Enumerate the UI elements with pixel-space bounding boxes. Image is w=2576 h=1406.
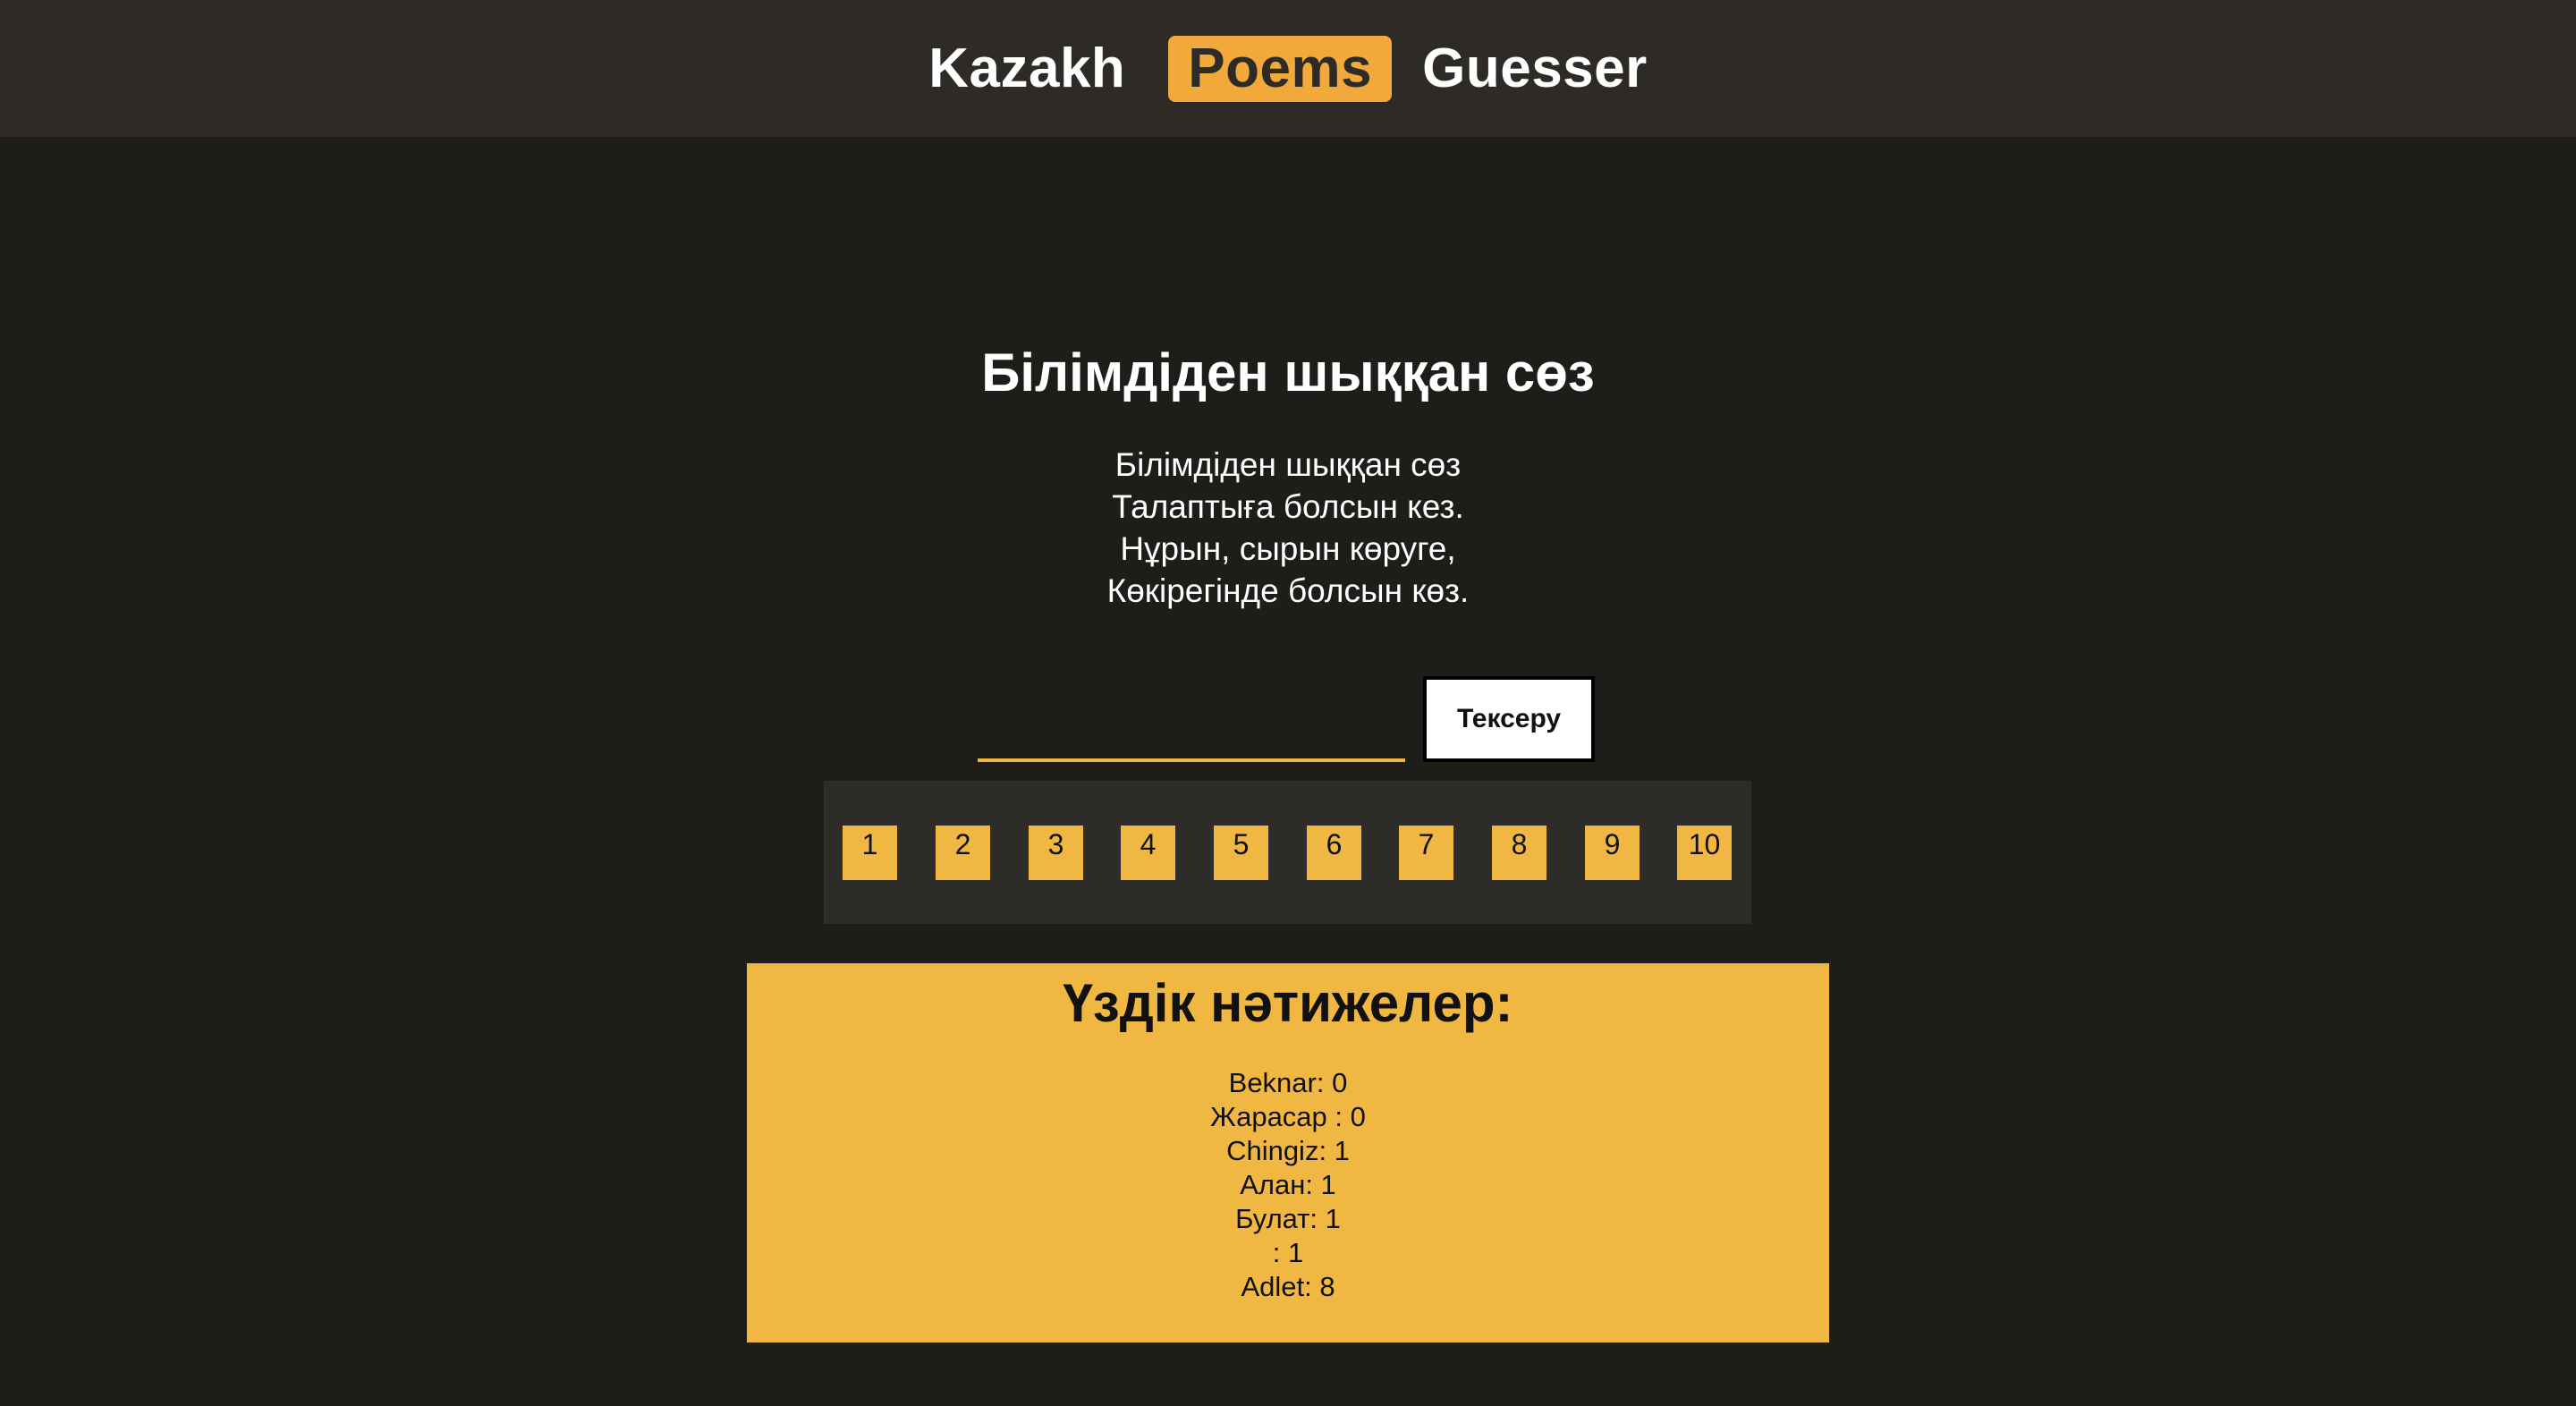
score-entry: Алан: 1 <box>1240 1169 1336 1200</box>
attempt-box-3[interactable]: 3 <box>1029 826 1083 880</box>
score-list: Beknar: 0 Жарасар : 0 Chingiz: 1 Алан: 1… <box>747 1066 1829 1304</box>
score-entry: Adlet: 8 <box>1241 1271 1335 1302</box>
poem-line: Талаптыға болсын кез. <box>1112 488 1464 525</box>
poem-title: Білімдіден шыққан сөз <box>981 343 1595 402</box>
score-entry: Жарасар : 0 <box>1210 1101 1366 1132</box>
poem-line: Нұрын, сырын көруге, <box>1120 530 1456 567</box>
brand-word-poems: Poems <box>1168 35 1393 102</box>
attempt-box-4[interactable]: 4 <box>1121 826 1175 880</box>
poem-line: Білімдіден шыққан сөз <box>1114 446 1462 483</box>
guess-form: Тексеру <box>978 676 1595 762</box>
leaderboard-title: Үздік нәтижелер: <box>1063 973 1513 1033</box>
attempts-panel: 1 2 3 4 5 6 7 8 9 10 <box>824 781 1751 924</box>
attempt-box-5[interactable]: 5 <box>1214 826 1268 880</box>
attempt-box-2[interactable]: 2 <box>936 826 990 880</box>
attempt-box-7[interactable]: 7 <box>1399 826 1453 880</box>
leaderboard: Үздік нәтижелер: Beknar: 0 Жарасар : 0 C… <box>747 963 1829 1342</box>
score-entry: Chingiz: 1 <box>1226 1135 1350 1166</box>
score-entry: Beknar: 0 <box>1228 1067 1348 1098</box>
brand-word-kazakh: Kazakh <box>928 38 1126 99</box>
score-entry: Булат: 1 <box>1235 1203 1341 1234</box>
brand-word-guesser: Guesser <box>1422 38 1648 99</box>
attempt-box-9[interactable]: 9 <box>1585 826 1640 880</box>
top-header: Kazakh Poems Guesser <box>0 0 2576 137</box>
brand-logo[interactable]: Kazakh Poems Guesser <box>928 35 1648 102</box>
score-entry: : 1 <box>1272 1237 1304 1268</box>
attempt-box-6[interactable]: 6 <box>1307 826 1361 880</box>
poem-line: Көкірегінде болсын көз. <box>1106 572 1470 609</box>
attempt-box-1[interactable]: 1 <box>843 826 897 880</box>
poem-text: Білімдіден шыққан сөз Талаптыға болсын к… <box>0 444 2576 612</box>
guess-input[interactable] <box>978 689 1405 762</box>
check-button[interactable]: Тексеру <box>1423 676 1595 762</box>
attempt-box-10[interactable]: 10 <box>1677 826 1732 880</box>
attempt-box-8[interactable]: 8 <box>1492 826 1546 880</box>
